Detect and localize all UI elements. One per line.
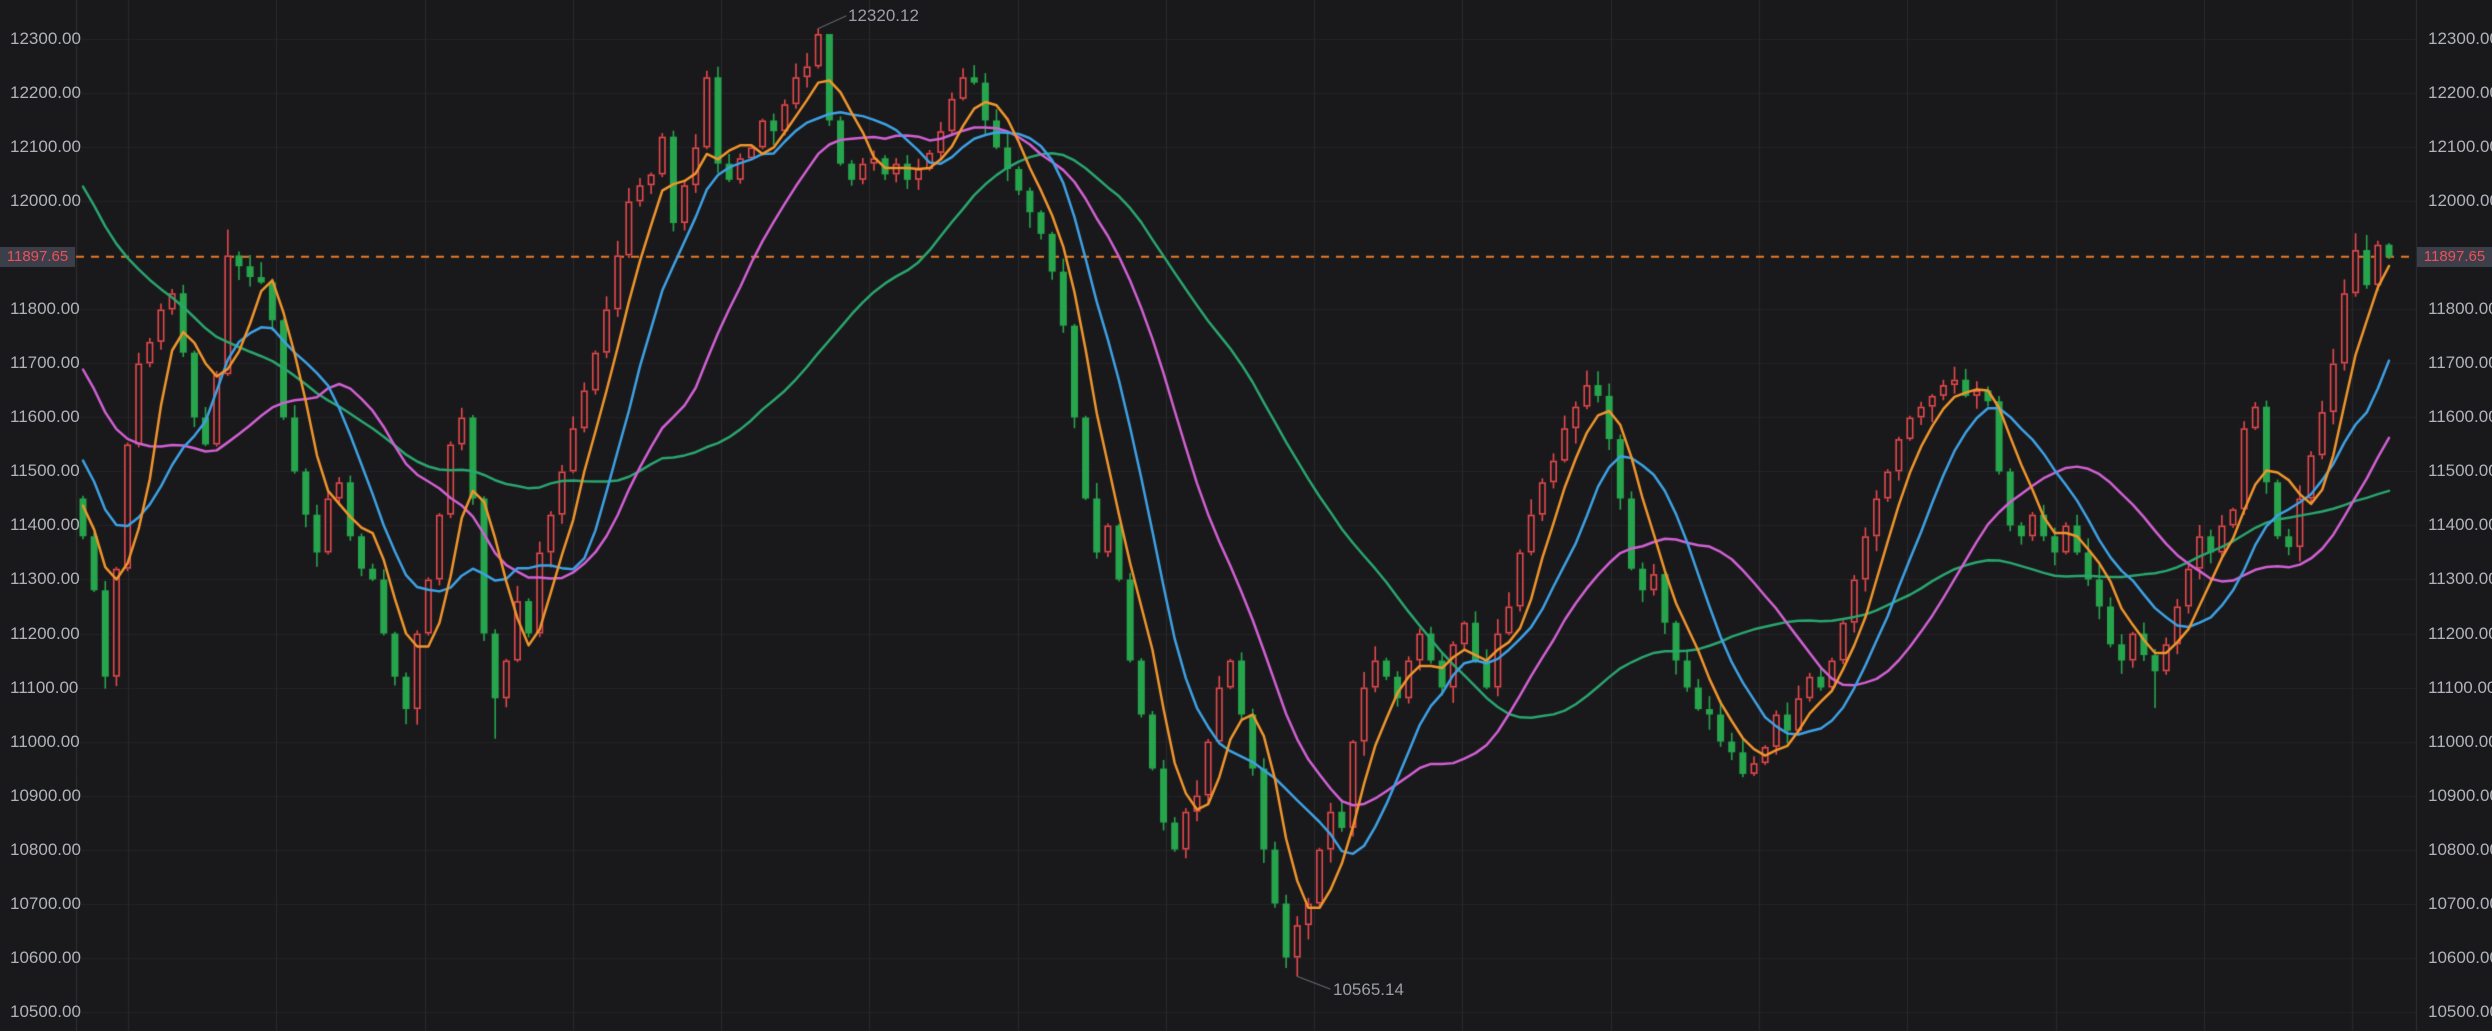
price-tick-label: 11200.00 — [2428, 625, 2492, 643]
price-tick-label: 10700.00 — [10, 895, 81, 913]
price-tick-label: 12000.00 — [10, 192, 81, 210]
price-tick-label: 11000.00 — [2428, 733, 2492, 751]
price-tick-label: 11600.00 — [2428, 408, 2492, 426]
current-price-label-left: 11897.65 — [0, 247, 75, 267]
price-tick-label: 11700.00 — [2428, 354, 2492, 372]
current-price-value: 11897.65 — [7, 248, 68, 265]
price-tick-label: 11000.00 — [10, 733, 80, 751]
price-tick-label: 10600.00 — [10, 949, 81, 967]
price-tick-label: 11500.00 — [2428, 462, 2492, 480]
price-tick-label: 11100.00 — [10, 679, 78, 697]
price-tick-label: 11400.00 — [10, 516, 80, 534]
price-tick-label: 12200.00 — [10, 84, 81, 102]
price-tick-label: 10500.00 — [2428, 1003, 2492, 1021]
price-tick-label: 11100.00 — [2428, 679, 2492, 697]
low-price-value: 10565.14 — [1333, 980, 1404, 999]
price-tick-label: 10700.00 — [2428, 895, 2492, 913]
left-price-axis[interactable]: 12300.0012200.0012100.0012000.0011800.00… — [0, 0, 76, 1031]
price-tick-label: 12300.00 — [2428, 30, 2492, 48]
price-tick-label: 11500.00 — [10, 462, 80, 480]
trading-chart: 12300.00 12200.00 12100.00 12000.00 11800.00… — [0, 0, 2492, 1031]
price-tick-label: 12200.00 — [2428, 84, 2492, 102]
price-tick-label: 11700.00 — [10, 354, 80, 372]
price-tick-label: 11800.00 — [10, 300, 80, 318]
price-tick-label: 12100.00 — [10, 138, 81, 156]
candlestick-plot-canvas[interactable] — [0, 0, 2492, 1031]
price-tick-label: 12300.00 — [10, 30, 81, 48]
price-tick-label: 10800.00 — [2428, 841, 2492, 859]
price-tick-label: 12100.00 — [2428, 138, 2492, 156]
price-tick-label: 11800.00 — [2428, 300, 2492, 318]
price-tick-label: 12000.00 — [2428, 192, 2492, 210]
current-price-value: 11897.65 — [2424, 248, 2485, 265]
price-tick-label: 11300.00 — [10, 570, 80, 588]
price-tick-label: 11200.00 — [10, 625, 80, 643]
right-price-axis[interactable]: 12300.00 12200.00 12100.00 12000.00 11800.00… — [2416, 0, 2492, 1031]
low-price-annotation: 10565.14 — [1333, 980, 1404, 1000]
price-tick-label: 10800.00 — [10, 841, 81, 859]
price-tick-label: 10600.00 — [2428, 949, 2492, 967]
high-price-annotation: 12320.12 — [848, 6, 919, 26]
price-tick-label: 10900.00 — [2428, 787, 2492, 805]
current-price-label-right: 11897.65 — [2417, 247, 2492, 267]
high-price-value: 12320.12 — [848, 6, 919, 25]
price-tick-label: 11400.00 — [2428, 516, 2492, 534]
price-tick-label: 11600.00 — [10, 408, 80, 426]
price-tick-label: 11300.00 — [2428, 570, 2492, 588]
price-tick-label: 10900.00 — [10, 787, 81, 805]
price-tick-label: 10500.00 — [10, 1003, 81, 1021]
